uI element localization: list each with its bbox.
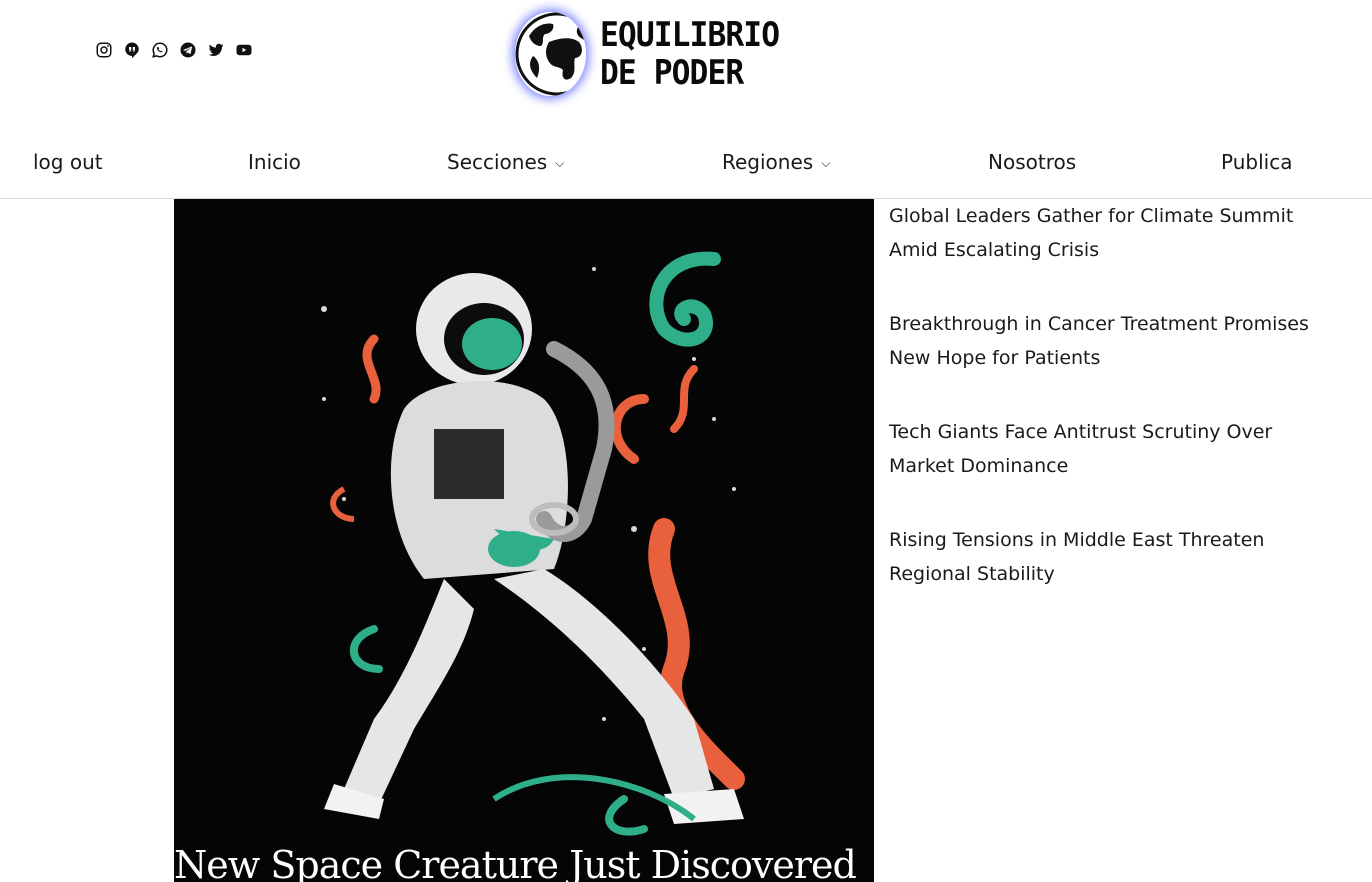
quote-icon[interactable] <box>122 40 142 60</box>
telegram-icon[interactable] <box>178 40 198 60</box>
nav-publica[interactable]: Publica <box>1221 140 1292 184</box>
logo-line-1: EQUILIBRIO <box>600 15 780 55</box>
nav-nosotros[interactable]: Nosotros <box>988 140 1076 184</box>
twitter-icon[interactable] <box>206 40 226 60</box>
chevron-down-icon: ⌵ <box>821 156 831 170</box>
nav-label: Inicio <box>248 150 301 174</box>
whatsapp-icon[interactable] <box>150 40 170 60</box>
chevron-down-icon: ⌵ <box>555 156 565 170</box>
headline-list: Global Leaders Gather for Climate Summit… <box>889 199 1309 631</box>
nav-regiones[interactable]: Regiones ⌵ <box>722 140 830 184</box>
nav-label: Secciones <box>447 150 548 174</box>
nav-label: log out <box>33 150 103 174</box>
headline-link[interactable]: Global Leaders Gather for Climate Summit… <box>889 199 1309 267</box>
social-links <box>94 40 254 60</box>
nav-inicio[interactable]: Inicio <box>248 140 301 184</box>
featured-article-title[interactable]: New Space Creature Just Discovered <box>174 842 874 882</box>
logo-line-2: DE PODER <box>600 53 744 93</box>
globe-logo-icon <box>515 12 587 96</box>
main-nav: log out Inicio Secciones ⌵ Regiones ⌵ Noso… <box>0 140 1372 184</box>
site-logo[interactable]: EQUILIBRIO DE PODER <box>515 8 795 100</box>
youtube-icon[interactable] <box>234 40 254 60</box>
nav-label: Regiones <box>722 150 814 174</box>
headline-link[interactable]: Breakthrough in Cancer Treatment Promise… <box>889 307 1309 375</box>
site-header: EQUILIBRIO DE PODER log out Inicio Secci… <box>0 0 1372 199</box>
headline-link[interactable]: Rising Tensions in Middle East Threaten … <box>889 523 1309 591</box>
instagram-icon[interactable] <box>94 40 114 60</box>
nav-label: Nosotros <box>988 150 1077 174</box>
headline-link[interactable]: Tech Giants Face Antitrust Scrutiny Over… <box>889 415 1309 483</box>
logo-wordmark: EQUILIBRIO DE PODER <box>600 15 780 93</box>
featured-article[interactable]: New Space Creature Just Discovered <box>174 199 874 882</box>
nav-label: Publica <box>1221 150 1293 174</box>
nav-logout[interactable]: log out <box>33 140 103 184</box>
featured-article-image <box>174 199 874 882</box>
nav-secciones[interactable]: Secciones ⌵ <box>447 140 564 184</box>
